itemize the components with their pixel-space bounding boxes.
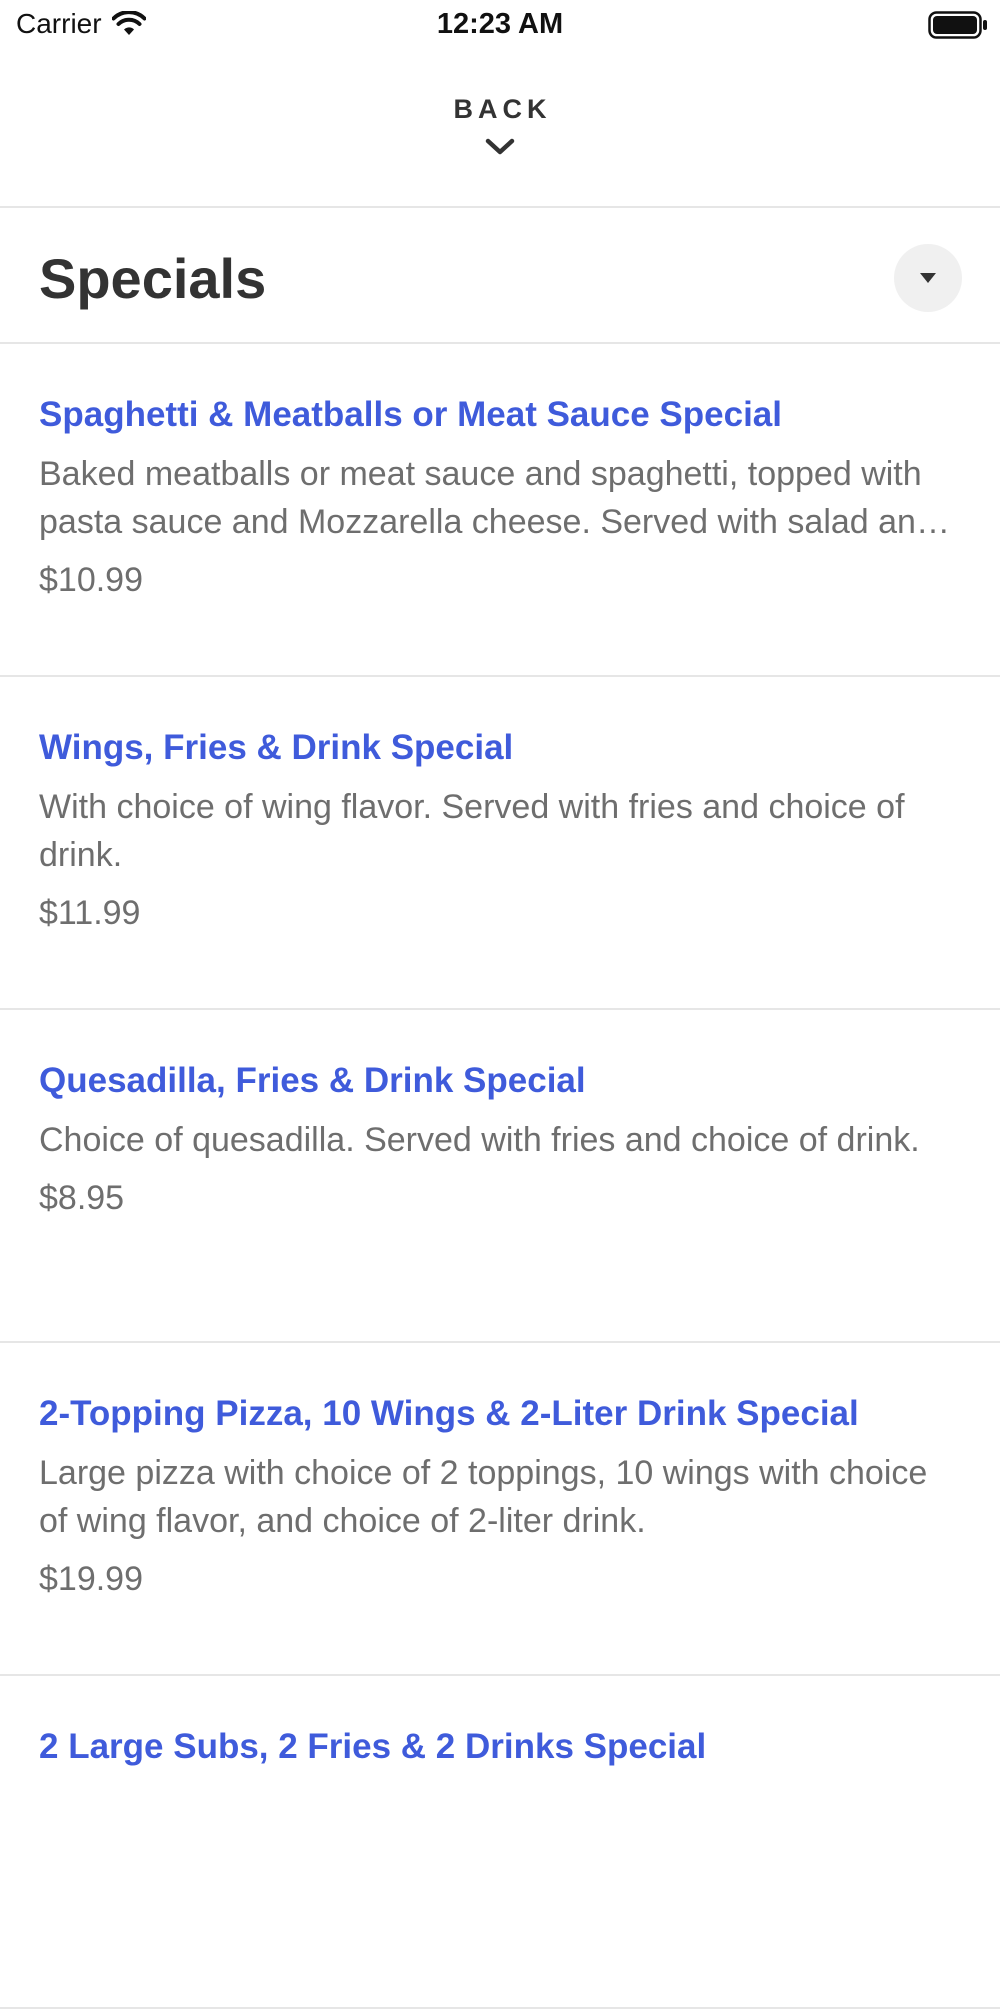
menu-item[interactable]: 2-Topping Pizza, 10 Wings & 2-Liter Drin… — [0, 1343, 1000, 1676]
menu-item-description: With choice of wing flavor. Served with … — [39, 788, 905, 874]
section-title: Specials — [39, 247, 267, 310]
menu-item-price: $10.99 — [39, 561, 143, 599]
status-time: 12:23 AM — [436, 8, 564, 40]
status-bar: Carrier 12:23 AM — [0, 0, 1000, 52]
menu-item[interactable]: Quesadilla, Fries & Drink Special Choice… — [0, 1010, 1000, 1343]
caret-down-icon — [919, 272, 937, 284]
menu-item-description: Baked meatballs or meat sauce and spaghe… — [39, 455, 950, 541]
menu-item-price: $8.95 — [39, 1179, 125, 1217]
menu-item-price: $19.99 — [39, 1560, 143, 1598]
menu-item[interactable]: Wings, Fries & Drink Special With choice… — [0, 677, 1000, 1010]
menu-item-price: $11.99 — [39, 894, 141, 932]
menu-item[interactable]: Spaghetti & Meatballs or Meat Sauce Spec… — [0, 344, 1000, 677]
back-label: BACK — [453, 94, 552, 124]
battery-icon — [928, 11, 988, 39]
menu-item-name: Spaghetti & Meatballs or Meat Sauce Spec… — [39, 395, 782, 434]
menu-item-name: Wings, Fries & Drink Special — [39, 728, 514, 767]
menu-item-name: 2 Large Subs, 2 Fries & 2 Drinks Special — [39, 1727, 707, 1766]
menu-item-description: Choice of quesadilla. Served with fries … — [39, 1121, 920, 1159]
menu-item[interactable]: 2 Large Subs, 2 Fries & 2 Drinks Special — [0, 1676, 1000, 2009]
menu-item-description: Large pizza with choice of 2 toppings, 1… — [39, 1454, 928, 1540]
menu-item-name: Quesadilla, Fries & Drink Special — [39, 1061, 586, 1100]
section-toggle-button[interactable] — [894, 244, 962, 312]
menu-item-name: 2-Topping Pizza, 10 Wings & 2-Liter Drin… — [39, 1394, 859, 1433]
chevron-down-icon — [485, 137, 515, 157]
back-button[interactable]: BACK — [0, 52, 1000, 208]
section-header: Specials — [0, 208, 1000, 344]
menu-list: Spaghetti & Meatballs or Meat Sauce Spec… — [0, 344, 1000, 2009]
